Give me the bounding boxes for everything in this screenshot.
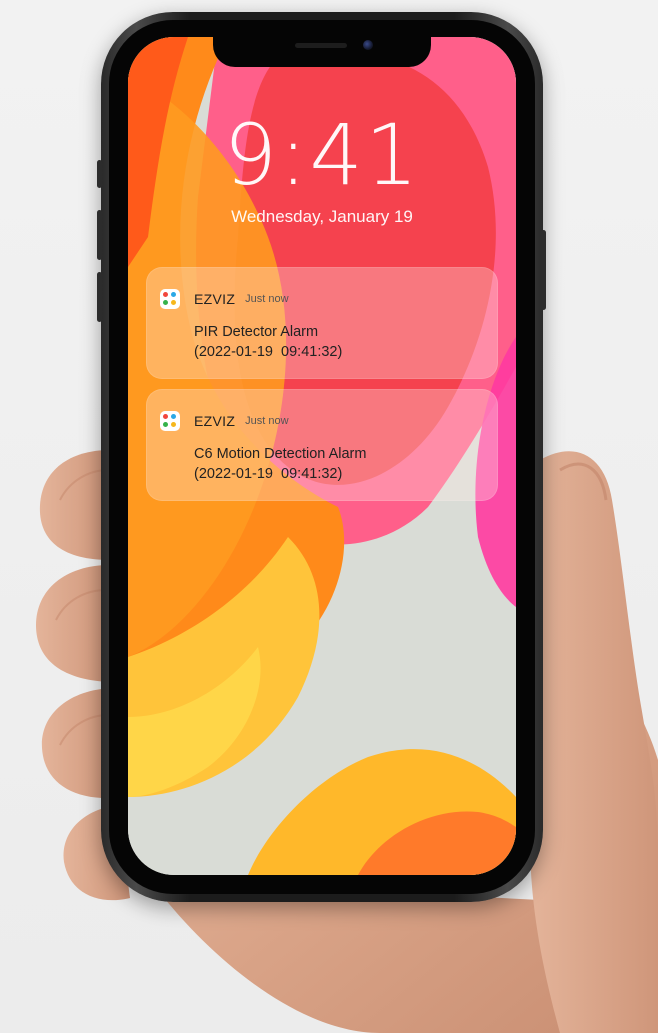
volume-up-button bbox=[97, 210, 102, 260]
notification-time: Just now bbox=[245, 293, 289, 305]
notification-detail: (2022-01-19 09:41:32) bbox=[194, 344, 343, 360]
mute-switch bbox=[97, 160, 102, 188]
photo-stage: 9:41 Wednesday, January 19 EZVIZ Just no… bbox=[0, 0, 658, 1033]
front-camera-icon bbox=[363, 40, 373, 50]
notification-title: C6 Motion Detection Alarm bbox=[194, 446, 367, 462]
notification-header: EZVIZ Just now bbox=[160, 411, 289, 431]
notification-app-name: EZVIZ bbox=[194, 291, 236, 307]
notification-body: PIR Detector Alarm (2022-01-19 09:41:32) bbox=[194, 322, 342, 362]
notification-card[interactable]: EZVIZ Just now PIR Detector Alarm (2022-… bbox=[146, 267, 498, 379]
notch bbox=[213, 37, 431, 67]
notification-header: EZVIZ Just now bbox=[160, 289, 289, 309]
notification-time: Just now bbox=[245, 415, 289, 427]
earpiece-speaker bbox=[295, 43, 347, 48]
notification-app-name: EZVIZ bbox=[194, 413, 236, 429]
notification-card[interactable]: EZVIZ Just now C6 Motion Detection Alarm… bbox=[146, 389, 498, 501]
lockscreen-clock: 9:41 bbox=[223, 106, 421, 204]
ezviz-logo-icon bbox=[160, 289, 180, 309]
volume-down-button bbox=[97, 272, 102, 322]
ezviz-logo-icon bbox=[160, 411, 180, 431]
lock-screen: 9:41 Wednesday, January 19 EZVIZ Just no… bbox=[128, 37, 516, 875]
lockscreen-date: Wednesday, January 19 bbox=[231, 207, 413, 226]
notification-title: PIR Detector Alarm bbox=[194, 324, 319, 340]
notification-detail: (2022-01-19 09:41:32) bbox=[194, 466, 343, 482]
notification-body: C6 Motion Detection Alarm (2022-01-19 09… bbox=[194, 444, 366, 484]
power-button bbox=[541, 230, 546, 310]
